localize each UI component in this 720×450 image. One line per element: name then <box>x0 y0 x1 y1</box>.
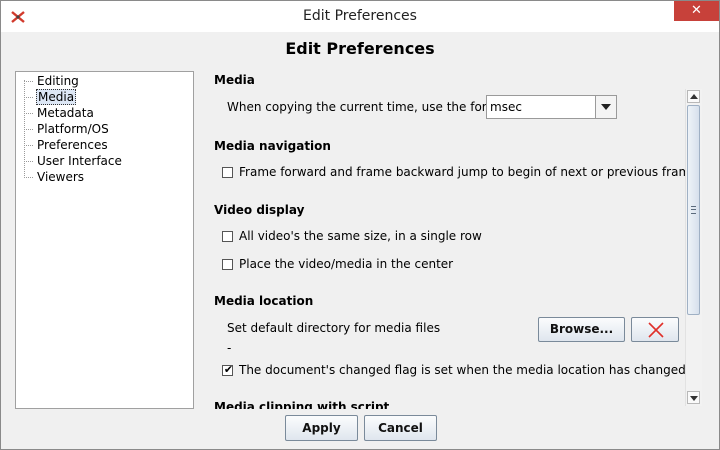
time-format-label: When copying the current time, use the f… <box>227 100 511 114</box>
section-title-media-navigation: Media navigation <box>214 139 331 153</box>
tree-item-platform-os[interactable]: Platform/OS <box>24 121 110 137</box>
tree-item-label: Viewers <box>37 170 85 184</box>
tree-item-preferences[interactable]: Preferences <box>24 137 109 153</box>
arrow-down-icon <box>690 396 698 401</box>
clear-x-icon <box>648 322 664 338</box>
category-tree[interactable]: Editing Media Metadata Platform/OS Prefe… <box>15 71 194 409</box>
tree-item-label: Platform/OS <box>37 122 109 136</box>
preferences-panel: Media When copying the current time, use… <box>209 71 701 409</box>
tree-item-metadata[interactable]: Metadata <box>24 105 95 121</box>
center-video-checkbox[interactable] <box>222 259 233 270</box>
section-title-media-clipping: Media clipping with script <box>214 400 390 409</box>
close-window-button[interactable]: ✕ <box>674 1 719 21</box>
center-video-label: Place the video/media in the center <box>239 257 454 271</box>
preferences-window: Edit Preferences ✕ Edit Preferences Edit… <box>0 0 720 450</box>
default-directory-value: - <box>227 341 232 355</box>
scroll-up-button[interactable] <box>687 90 700 103</box>
frame-jump-checkbox[interactable] <box>222 167 233 178</box>
time-format-select[interactable]: msec <box>486 95 617 119</box>
section-title-media: Media <box>214 73 255 87</box>
frame-jump-label: Frame forward and frame backward jump to… <box>239 165 698 179</box>
scroll-down-button[interactable] <box>687 391 700 404</box>
close-icon: ✕ <box>691 3 702 18</box>
window-title: Edit Preferences <box>303 8 417 24</box>
time-format-value: msec <box>490 100 522 114</box>
chevron-down-icon <box>601 104 611 110</box>
changed-flag-checkbox[interactable]: ✔ <box>222 363 234 376</box>
section-title-media-location: Media location <box>214 294 314 308</box>
tree-item-user-interface[interactable]: User Interface <box>24 153 123 169</box>
tree-item-label: Media <box>36 89 77 105</box>
tree-item-viewers[interactable]: Viewers <box>24 169 85 185</box>
checkmark-icon: ✔ <box>223 363 234 376</box>
tree-item-label: User Interface <box>37 154 122 168</box>
tree-item-label: Preferences <box>37 138 108 152</box>
tree-item-media[interactable]: Media <box>24 89 77 105</box>
cancel-button[interactable]: Cancel <box>364 415 437 441</box>
scroll-thumb[interactable] <box>687 105 700 315</box>
dropdown-button[interactable] <box>595 96 616 118</box>
grip-icon <box>691 206 696 214</box>
default-directory-label: Set default directory for media files <box>227 321 441 335</box>
vertical-scrollbar[interactable] <box>685 89 702 406</box>
title-bar: Edit Preferences ✕ <box>1 1 719 32</box>
arrow-up-icon <box>690 94 698 99</box>
same-size-label: All video's the same size, in a single r… <box>239 229 482 243</box>
tree-item-label: Metadata <box>37 106 94 120</box>
browse-button[interactable]: Browse... <box>538 317 625 342</box>
tree-item-editing[interactable]: Editing <box>24 73 80 89</box>
section-title-video-display: Video display <box>214 203 305 217</box>
apply-button[interactable]: Apply <box>285 415 358 441</box>
changed-flag-label: The document's changed flag is set when … <box>239 363 686 377</box>
same-size-checkbox[interactable] <box>222 231 233 242</box>
dialog-heading: Edit Preferences <box>285 39 435 58</box>
tree-item-label: Editing <box>37 74 79 88</box>
clear-directory-button[interactable] <box>631 317 679 342</box>
